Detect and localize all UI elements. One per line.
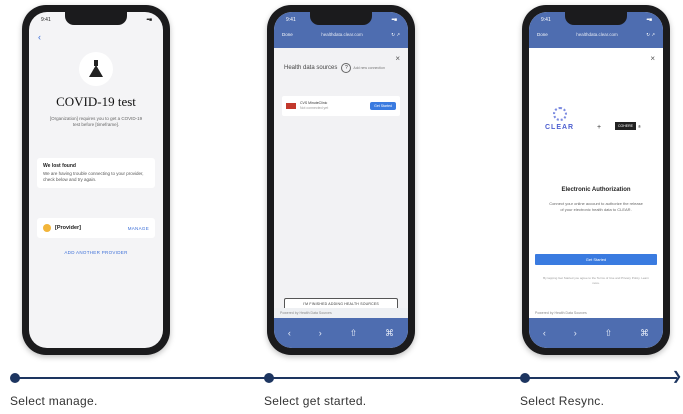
share-icon[interactable]: ⇧ [350, 328, 358, 339]
timeline-arrow-icon: ❯ [672, 369, 683, 383]
content-panel [274, 48, 408, 318]
get-started-button[interactable]: Get Started [535, 254, 657, 265]
health-data-heading: Health data sources ? Add new connection [284, 63, 385, 73]
phone-screen: 9:41 ••• ■ ‹ COVID-19 test [Organization… [29, 12, 163, 348]
warning-card: We lost found We are having trouble conn… [37, 158, 155, 188]
done-button[interactable]: Done [282, 32, 293, 38]
forward-icon[interactable]: › [574, 328, 577, 338]
close-icon[interactable]: × [650, 54, 655, 63]
url-bar[interactable]: healthdata.clear.com [548, 32, 646, 38]
clear-logo-icon [552, 107, 567, 121]
timeline-dot-3 [520, 373, 530, 383]
flask-icon [79, 52, 113, 86]
phone-screen: 9:41 ••• ■ Done healthdata.clear.com ↻ ↗… [529, 12, 663, 348]
cohere-logo-suffix: ® [637, 123, 641, 129]
caption-step-2: Select get started. [264, 394, 367, 408]
timeline-dot-1 [10, 373, 20, 383]
warning-title: We lost found [43, 163, 76, 169]
cohere-logo-box: COHERE [615, 122, 636, 130]
fine-print: By tapping Get Started you agree to the … [543, 276, 649, 285]
reload-share-icon[interactable]: ↻ ↗ [391, 32, 400, 38]
back-button[interactable]: ‹ [38, 32, 41, 42]
phone-notch [310, 12, 372, 25]
status-icons: ••• ■ [391, 17, 397, 23]
status-time: 9:41 [286, 17, 296, 23]
help-icon[interactable]: ? [341, 63, 352, 73]
page-description: [Organization] requires you to get a COV… [49, 116, 143, 127]
phone-step-3: 9:41 ••• ■ Done healthdata.clear.com ↻ ↗… [522, 5, 670, 355]
provider-card: CVS MinuteClinic Not connected yet Get S… [282, 96, 400, 116]
powered-by-bar: Powered by Health Data Sources [529, 308, 663, 318]
phone-screen: 9:41 ••• ■ Done healthdata.clear.com ↻ ↗… [274, 12, 408, 348]
cvs-logo-icon [286, 103, 296, 109]
status-icons: ••• ■ [146, 17, 152, 23]
cohere-logo: COHERE ® [615, 122, 641, 130]
caption-step-1: Select manage. [10, 394, 98, 408]
forward-icon[interactable]: › [319, 328, 322, 338]
browser-toolbar: ‹ › ⇧ ⌘ [274, 318, 408, 348]
back-icon[interactable]: ‹ [543, 328, 546, 338]
heading-text: Health data sources [284, 65, 338, 71]
clear-logo-text: CLEAR [545, 124, 575, 131]
add-another-provider-button[interactable]: ADD ANOTHER PROVIDER [29, 250, 163, 255]
powered-by-bar: Powered by Health Data Sources [274, 308, 408, 318]
warning-body: We are having trouble connecting to your… [43, 171, 144, 182]
share-icon[interactable]: ⇧ [605, 328, 613, 339]
phone-step-1: 9:41 ••• ■ ‹ COVID-19 test [Organization… [22, 5, 170, 355]
authorization-body: Connect your online account to authorize… [549, 201, 643, 212]
plus-sign: + [597, 124, 602, 131]
provider-icon [43, 224, 51, 232]
clear-logo: CLEAR [545, 107, 574, 131]
caption-step-3: Select Resync. [520, 394, 605, 408]
manage-button[interactable]: MANAGE [128, 226, 149, 231]
done-button[interactable]: Done [537, 32, 548, 38]
back-icon[interactable]: ‹ [288, 328, 291, 338]
provider-row: [Provider] MANAGE [37, 218, 155, 238]
status-time: 9:41 [41, 17, 51, 23]
compass-icon[interactable]: ⌘ [385, 328, 394, 339]
status-icons: ••• ■ [646, 17, 652, 23]
timeline-dot-2 [264, 373, 274, 383]
url-bar[interactable]: healthdata.clear.com [293, 32, 391, 38]
get-started-button[interactable]: Get Started [370, 102, 396, 110]
phone-notch [65, 12, 127, 25]
phone-notch [565, 12, 627, 25]
provider-name: [Provider] [55, 225, 81, 231]
provider-status: Not connected yet [300, 106, 329, 110]
compass-icon[interactable]: ⌘ [640, 328, 649, 339]
add-connection-link[interactable]: Add new connection [353, 66, 385, 70]
page-title: COVID-19 test [56, 94, 136, 109]
reload-share-icon[interactable]: ↻ ↗ [646, 32, 655, 38]
status-time: 9:41 [541, 17, 551, 23]
browser-toolbar: ‹ › ⇧ ⌘ [529, 318, 663, 348]
close-icon[interactable]: × [395, 54, 400, 63]
timeline-line [15, 377, 677, 379]
phone-step-2: 9:41 ••• ■ Done healthdata.clear.com ↻ ↗… [267, 5, 415, 355]
authorization-title: Electronic Authorization [561, 187, 631, 193]
